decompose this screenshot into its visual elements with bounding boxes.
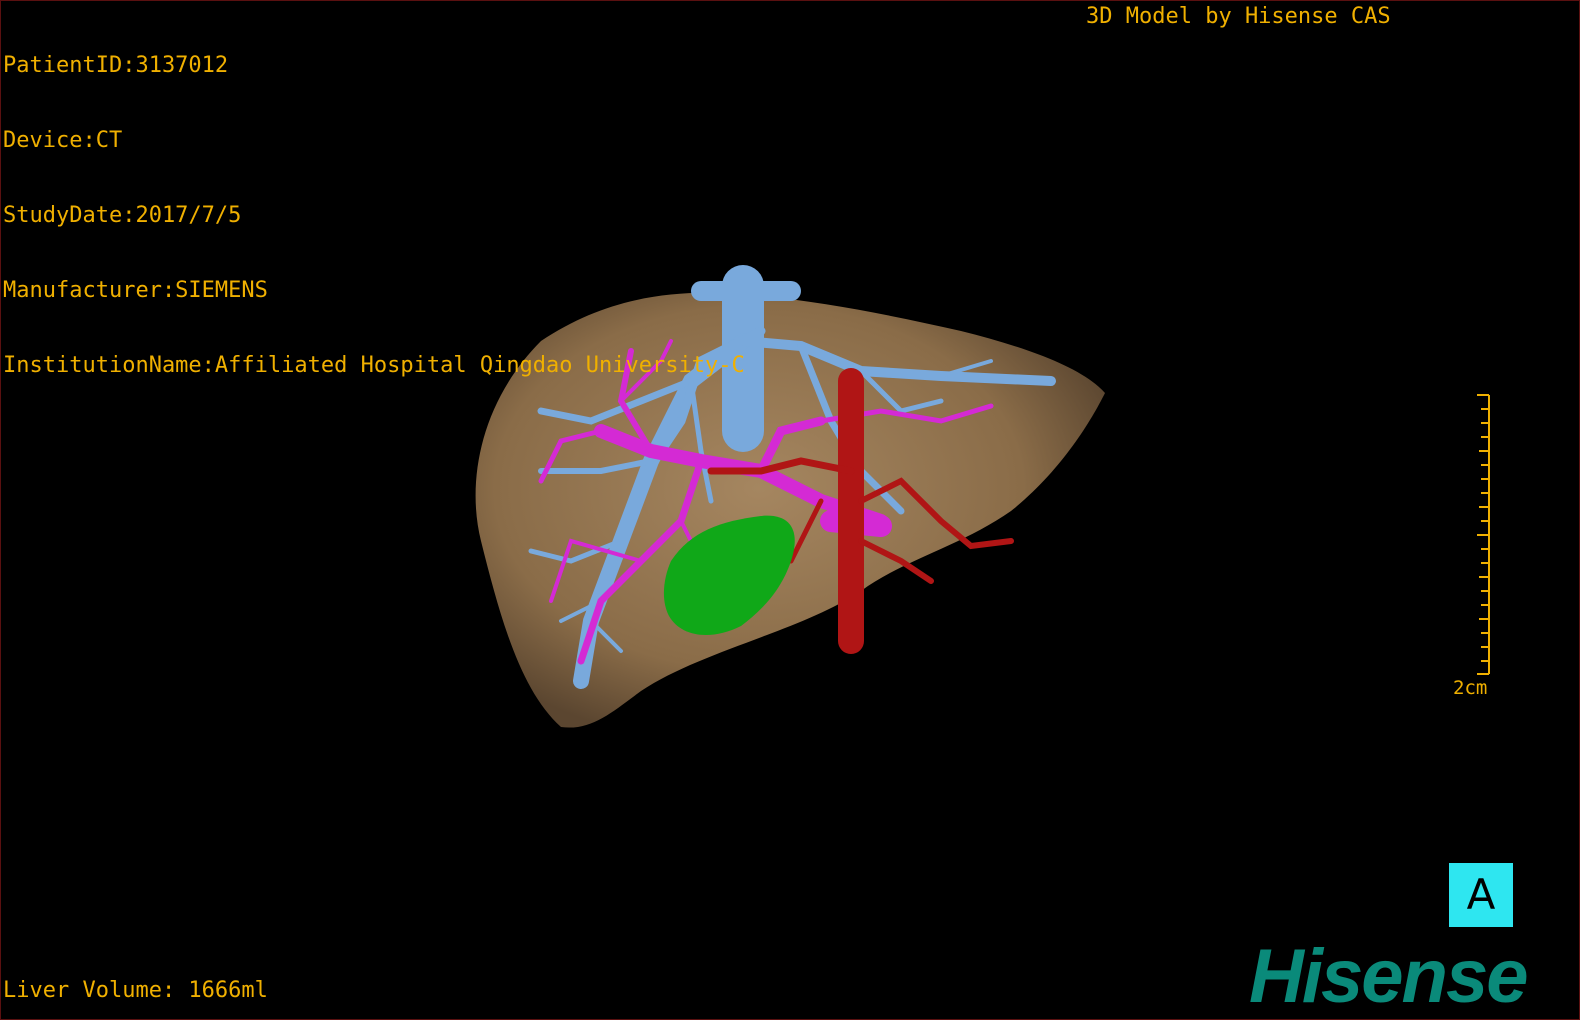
svg-text:Hisense: Hisense bbox=[1249, 936, 1527, 1016]
device-text: Device:CT bbox=[3, 128, 123, 153]
patient-info-overlay: PatientID:3137012 Device:CT StudyDate:20… bbox=[3, 3, 745, 428]
scale-bar bbox=[1477, 394, 1490, 675]
scale-bar-label: 2cm bbox=[1453, 677, 1488, 699]
hisense-logo: Hisense bbox=[1249, 936, 1529, 1016]
institution-text: InstitutionName:Affiliated Hospital Qing… bbox=[3, 353, 745, 378]
3d-render-viewport[interactable]: PatientID:3137012 Device:CT StudyDate:20… bbox=[0, 0, 1580, 1020]
study-date-text: StudyDate:2017/7/5 bbox=[3, 203, 242, 228]
manufacturer-text: Manufacturer:SIEMENS bbox=[3, 278, 268, 303]
liver-volume-text: Liver Volume: 1666ml bbox=[3, 978, 268, 1003]
model-credit-text: 3D Model by Hisense CAS bbox=[1086, 4, 1391, 29]
orientation-marker[interactable]: A bbox=[1449, 863, 1513, 927]
patient-id-text: PatientID:3137012 bbox=[3, 53, 229, 78]
